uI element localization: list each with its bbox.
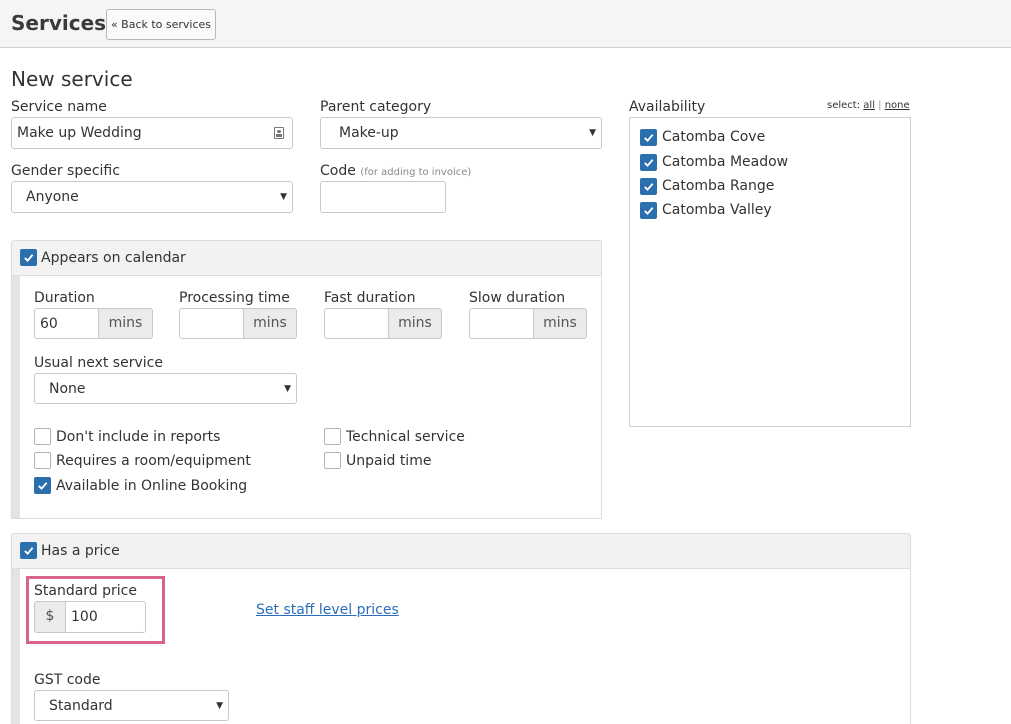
code-input[interactable] (320, 181, 446, 213)
usual-next-service-select[interactable]: None ▼ (34, 373, 297, 404)
unpaid-time-label: Unpaid time (346, 453, 432, 469)
appears-on-calendar-label: Appears on calendar (41, 250, 186, 266)
price-panel-header (11, 533, 911, 569)
duration-unit: mins (98, 308, 153, 339)
gender-specific-label: Gender specific (11, 163, 120, 179)
technical-service-checkbox[interactable] (324, 428, 341, 445)
service-name-label: Service name (11, 99, 107, 115)
contact-card-icon (274, 127, 284, 139)
duration-label: Duration (34, 290, 95, 306)
location-name: Catomba Range (662, 178, 775, 194)
back-to-services-button[interactable]: « Back to services (106, 9, 216, 40)
location-name: Catomba Valley (662, 202, 772, 218)
slow-duration-unit: mins (533, 308, 587, 339)
select-prefix: select: (827, 100, 861, 111)
dont-include-reports-label: Don't include in reports (56, 429, 221, 445)
parent-category-label: Parent category (320, 99, 432, 115)
gender-specific-select[interactable]: Anyone ▼ (11, 181, 293, 213)
staff-level-prices-link[interactable]: Set staff level prices (256, 602, 399, 618)
checkbox-checked-icon[interactable] (640, 129, 657, 146)
fast-duration-label: Fast duration (324, 290, 416, 306)
select-separator: | (878, 100, 882, 111)
requires-room-checkbox[interactable] (34, 452, 51, 469)
online-booking-label: Available in Online Booking (56, 478, 248, 494)
gender-specific-value: Anyone (26, 189, 79, 205)
dont-include-reports-checkbox[interactable] (34, 428, 51, 445)
parent-category-select[interactable]: Make-up ▼ (320, 117, 602, 149)
price-panel-indent-bar (12, 569, 20, 724)
availability-list: Catomba Cove Catomba Meadow Catomba Rang… (629, 117, 911, 427)
checkbox-checked-icon[interactable] (640, 178, 657, 195)
standard-price-label: Standard price (34, 583, 137, 599)
usual-next-service-label: Usual next service (34, 355, 163, 371)
unpaid-time-checkbox[interactable] (324, 452, 341, 469)
processing-time-label: Processing time (179, 290, 290, 306)
usual-next-service-value: None (49, 381, 86, 397)
form-heading: New service (11, 67, 133, 91)
chevron-down-icon: ▼ (280, 192, 287, 202)
technical-service-label: Technical service (346, 429, 465, 445)
chevron-down-icon: ▼ (284, 384, 291, 394)
gst-code-select[interactable]: Standard ▼ (34, 690, 229, 721)
checkbox-checked-icon[interactable] (640, 202, 657, 219)
appears-on-calendar-checkbox[interactable] (20, 249, 37, 266)
select-none-link[interactable]: none (885, 100, 910, 111)
select-all-link[interactable]: all (863, 100, 875, 111)
chevron-down-icon: ▼ (216, 701, 223, 711)
duration-input[interactable]: 60 (34, 308, 99, 339)
service-name-input[interactable]: Make up Wedding (11, 117, 293, 149)
parent-category-value: Make-up (339, 125, 399, 141)
slow-duration-label: Slow duration (469, 290, 566, 306)
processing-time-unit: mins (243, 308, 297, 339)
location-name: Catomba Cove (662, 129, 766, 145)
fast-duration-input[interactable] (324, 308, 389, 339)
gst-code-value: Standard (49, 698, 113, 714)
code-hint: (for adding to invoice) (360, 167, 472, 178)
code-label-text: Code (320, 163, 356, 179)
slow-duration-input[interactable] (469, 308, 534, 339)
fast-duration-unit: mins (388, 308, 442, 339)
gst-code-label: GST code (34, 672, 101, 688)
requires-room-label: Requires a room/equipment (56, 453, 251, 469)
has-a-price-label: Has a price (41, 543, 120, 559)
checkbox-checked-icon[interactable] (640, 154, 657, 171)
availability-label: Availability (629, 99, 706, 115)
service-name-value: Make up Wedding (17, 125, 142, 141)
online-booking-checkbox[interactable] (34, 477, 51, 494)
has-a-price-checkbox[interactable] (20, 542, 37, 559)
processing-time-input[interactable] (179, 308, 244, 339)
standard-price-input[interactable]: 100 (65, 601, 146, 633)
chevron-down-icon: ▼ (589, 128, 596, 138)
code-label: Code (for adding to invoice) (320, 163, 471, 179)
currency-symbol: $ (34, 601, 66, 633)
availability-select-links: select: all | none (827, 100, 910, 111)
calendar-panel-indent-bar (12, 276, 20, 518)
page-title: Services (11, 11, 107, 35)
location-name: Catomba Meadow (662, 154, 789, 170)
